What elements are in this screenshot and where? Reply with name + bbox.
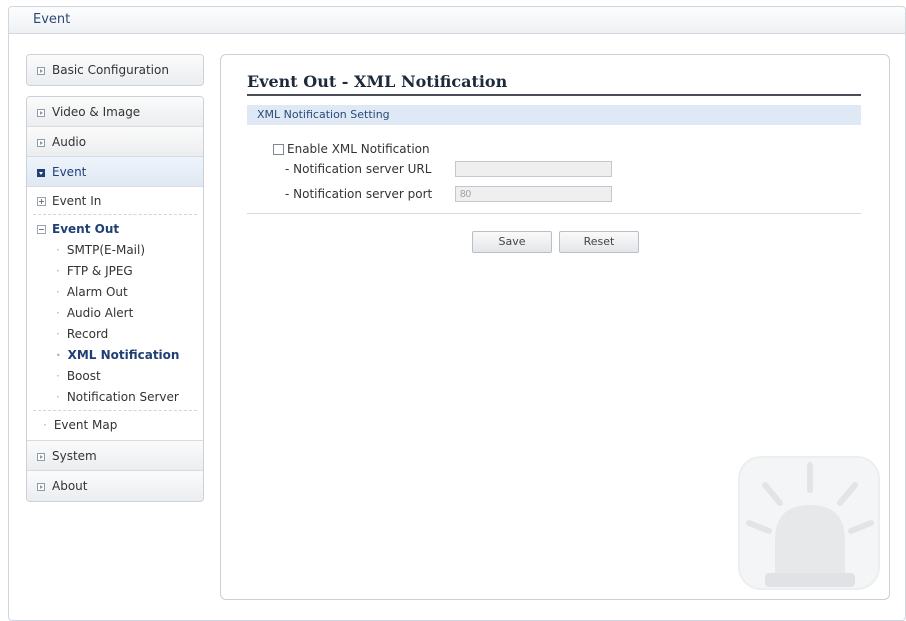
sidebar-basic-box: Basic Configuration <box>26 54 204 86</box>
expand-arrow-icon <box>37 483 45 491</box>
bullet-icon: · <box>56 243 60 257</box>
submenu-item-record[interactable]: · Record <box>27 324 203 345</box>
submenu-event-map[interactable]: · Event Map <box>27 415 203 436</box>
enable-xml-notification-checkbox[interactable] <box>273 144 284 155</box>
divider <box>33 214 197 215</box>
bullet-icon: · <box>56 327 60 341</box>
bullet-icon: · <box>43 418 47 432</box>
window-title: Event <box>33 12 71 27</box>
collapse-arrow-icon <box>37 169 45 177</box>
submenu-event-out[interactable]: Event Out <box>27 219 203 240</box>
enable-xml-notification-label: Enable XML Notification <box>287 142 430 156</box>
bullet-icon: · <box>56 369 60 383</box>
expand-arrow-icon <box>37 109 45 117</box>
section-header: XML Notification Setting <box>247 105 861 125</box>
submenu-item-boost[interactable]: · Boost <box>27 366 203 387</box>
plus-icon <box>37 197 46 206</box>
submenu-event-in[interactable]: Event In <box>27 191 203 212</box>
bullet-icon: · <box>56 264 60 278</box>
content-panel: Event Out - XML Notification XML Notific… <box>220 54 890 600</box>
sidebar-main-box: Video & Image Audio Event Event In Event… <box>26 96 204 502</box>
server-port-label: - Notification server port <box>285 187 433 201</box>
sidebar-item-event[interactable]: Event <box>27 157 203 187</box>
submenu-item-ftp-jpeg[interactable]: · FTP & JPEG <box>27 261 203 282</box>
expand-arrow-icon <box>37 67 45 75</box>
bullet-icon: · <box>56 390 60 404</box>
submenu-item-audio-alert[interactable]: · Audio Alert <box>27 303 203 324</box>
sidebar-item-basic-configuration[interactable]: Basic Configuration <box>27 55 203 85</box>
submenu-item-smtp[interactable]: · SMTP(E-Mail) <box>27 240 203 261</box>
sidebar-item-about[interactable]: About <box>27 471 203 501</box>
submenu-item-notification-server[interactable]: · Notification Server <box>27 387 203 408</box>
event-submenu: Event In Event Out · SMTP(E-Mail) · FTP & … <box>27 187 203 441</box>
reset-button[interactable]: Reset <box>559 231 639 253</box>
expand-arrow-icon <box>37 453 45 461</box>
server-url-label: - Notification server URL <box>285 162 432 176</box>
submenu-item-alarm-out[interactable]: · Alarm Out <box>27 282 203 303</box>
bullet-icon: · <box>56 285 60 299</box>
save-button[interactable]: Save <box>472 231 552 253</box>
submenu-item-xml-notification[interactable]: · XML Notification <box>27 345 203 366</box>
minus-icon <box>37 225 46 234</box>
alarm-light-icon <box>738 456 880 590</box>
window-titlebar: Event <box>9 7 905 34</box>
bullet-icon: · <box>56 348 61 362</box>
sidebar-item-video-image[interactable]: Video & Image <box>27 97 203 127</box>
sidebar-item-audio[interactable]: Audio <box>27 127 203 157</box>
sidebar-item-system[interactable]: System <box>27 441 203 471</box>
divider <box>33 410 197 411</box>
expand-arrow-icon <box>37 139 45 147</box>
divider <box>247 213 861 214</box>
bullet-icon: · <box>56 306 60 320</box>
enable-xml-notification-row: Enable XML Notification <box>273 142 430 156</box>
server-port-input[interactable] <box>455 186 612 202</box>
page-title: Event Out - XML Notification <box>247 72 861 96</box>
server-url-input[interactable] <box>455 161 612 177</box>
